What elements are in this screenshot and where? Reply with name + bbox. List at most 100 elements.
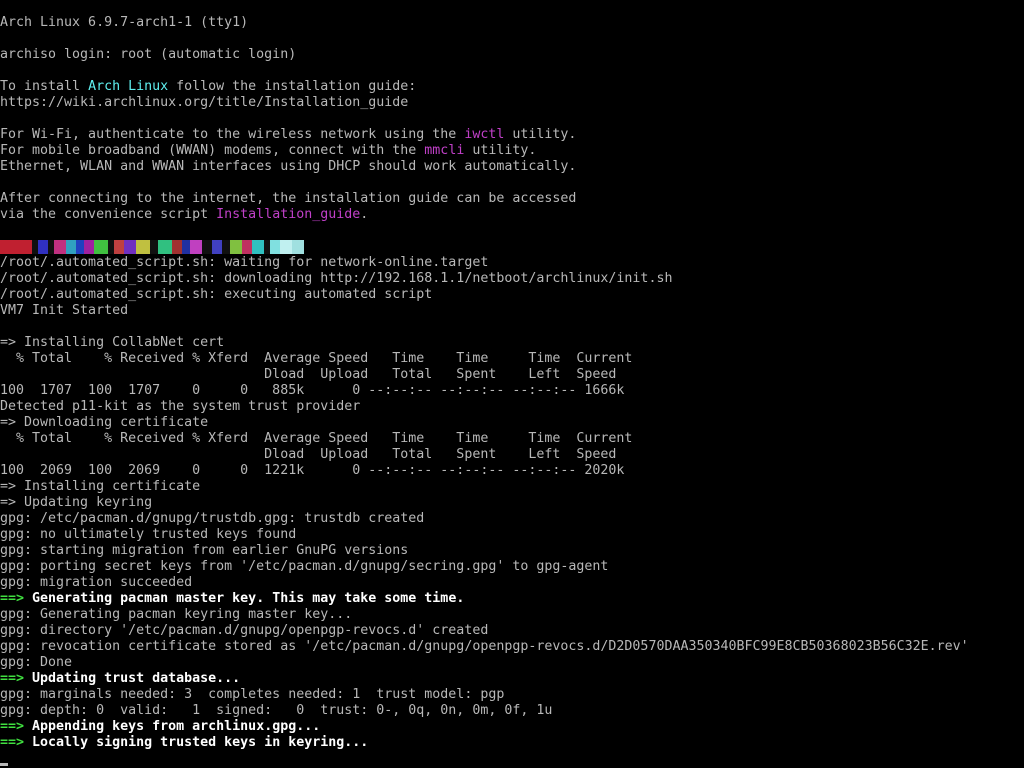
glitch-block xyxy=(24,240,32,254)
glitch-block xyxy=(114,240,124,254)
glitch-block xyxy=(230,240,242,254)
glitch-block xyxy=(158,240,172,254)
terminal-text-segment: gpg: Done xyxy=(0,655,73,670)
terminal-text-segment: gpg: no ultimately trusted keys found xyxy=(0,527,297,542)
terminal-text-segment: follow the installation guide: xyxy=(168,79,417,94)
glitch-block xyxy=(0,240,24,254)
terminal-line: % Total % Received % Xferd Average Speed… xyxy=(0,351,632,367)
terminal-screen[interactable]: Arch Linux 6.9.7-arch1-1 (tty1) archiso l… xyxy=(0,0,1024,768)
terminal-text-segment: % Total % Received % Xferd Average Speed… xyxy=(0,431,633,446)
terminal-line: ==> Appending keys from archlinux.gpg... xyxy=(0,719,320,735)
terminal-line: archiso login: root (automatic login) xyxy=(0,47,296,63)
glitch-block xyxy=(292,240,304,254)
terminal-text-segment: Arch Linux xyxy=(88,79,169,94)
terminal-text-segment: /root/.automated_script.sh: waiting for … xyxy=(0,255,489,270)
terminal-line: To install Arch Linux follow the install… xyxy=(0,79,416,95)
terminal-line: ==> Updating trust database... xyxy=(0,671,240,687)
terminal-text-segment: => Installing certificate xyxy=(0,479,201,494)
terminal-text-segment: Dload Upload Total Spent Left Speed xyxy=(0,447,617,462)
terminal-line: => Installing certificate xyxy=(0,479,200,495)
terminal-text-segment: gpg: porting secret keys from '/etc/pacm… xyxy=(0,559,609,574)
terminal-text-segment: gpg: revocation certificate stored as '/… xyxy=(0,639,969,654)
terminal-line: VM7 Init Started xyxy=(0,303,128,319)
terminal-line: Ethernet, WLAN and WWAN interfaces using… xyxy=(0,159,576,175)
terminal-line: gpg: depth: 0 valid: 1 signed: 0 trust: … xyxy=(0,703,552,719)
terminal-text-segment: ==> xyxy=(0,719,25,734)
terminal-text-segment: ==> xyxy=(0,591,25,606)
terminal-line: For Wi-Fi, authenticate to the wireless … xyxy=(0,127,576,143)
terminal-line: gpg: /etc/pacman.d/gnupg/trustdb.gpg: tr… xyxy=(0,511,424,527)
terminal-text-segment: gpg: Generating pacman keyring master ke… xyxy=(0,607,353,622)
terminal-line: For mobile broadband (WWAN) modems, conn… xyxy=(0,143,536,159)
glitch-block xyxy=(242,240,252,254)
glitch-block xyxy=(202,240,212,254)
terminal-text-segment: % Total % Received % Xferd Average Speed… xyxy=(0,351,633,366)
terminal-text-segment: mmcli xyxy=(424,143,465,158)
glitch-block xyxy=(84,240,94,254)
terminal-text-segment: ==> xyxy=(0,735,25,750)
terminal-text-segment: To install xyxy=(0,79,89,94)
glitch-block xyxy=(270,240,280,254)
terminal-line: /root/.automated_script.sh: waiting for … xyxy=(0,255,488,271)
terminal-text-segment: Arch Linux 6.9.7-arch1-1 (tty1) xyxy=(0,15,249,30)
terminal-text-segment: via the convenience script xyxy=(0,207,217,222)
terminal-line: Dload Upload Total Spent Left Speed xyxy=(0,367,616,383)
terminal-text-segment: 100 2069 100 2069 0 0 1221k 0 --:--:-- -… xyxy=(0,463,625,478)
glitch-block xyxy=(252,240,264,254)
glitch-block xyxy=(136,240,150,254)
terminal-text-segment: Updating trust database... xyxy=(24,671,241,686)
terminal-text-segment: gpg: directory '/etc/pacman.d/gnupg/open… xyxy=(0,623,489,638)
terminal-line: gpg: marginals needed: 3 completes neede… xyxy=(0,687,504,703)
terminal-line: gpg: directory '/etc/pacman.d/gnupg/open… xyxy=(0,623,488,639)
terminal-text-segment: => Downloading certificate xyxy=(0,415,209,430)
terminal-text-segment: For mobile broadband (WWAN) modems, conn… xyxy=(0,143,425,158)
terminal-text-segment: Installation_guide xyxy=(216,207,361,222)
terminal-text-segment: => Updating keyring xyxy=(0,495,153,510)
glitch-block xyxy=(94,240,108,254)
terminal-text-segment: After connecting to the internet, the in… xyxy=(0,191,577,206)
glitch-block xyxy=(150,240,158,254)
terminal-line: % Total % Received % Xferd Average Speed… xyxy=(0,431,632,447)
terminal-line: gpg: Generating pacman keyring master ke… xyxy=(0,607,352,623)
terminal-text-segment: https://wiki.archlinux.org/title/Install… xyxy=(0,95,409,110)
terminal-text-segment: utility. xyxy=(464,143,537,158)
terminal-text-segment: gpg: /etc/pacman.d/gnupg/trustdb.gpg: tr… xyxy=(0,511,425,526)
terminal-text-segment: Generating pacman master key. This may t… xyxy=(24,591,465,606)
terminal-line: gpg: migration succeeded xyxy=(0,575,192,591)
terminal-line: => Downloading certificate xyxy=(0,415,208,431)
terminal-line: 100 1707 100 1707 0 0 885k 0 --:--:-- --… xyxy=(0,383,624,399)
terminal-line: https://wiki.archlinux.org/title/Install… xyxy=(0,95,408,111)
terminal-line: => Installing CollabNet cert xyxy=(0,335,224,351)
text-cursor xyxy=(0,763,8,766)
terminal-text-segment: . xyxy=(360,207,369,222)
terminal-text-segment: 100 1707 100 1707 0 0 885k 0 --:--:-- --… xyxy=(0,383,625,398)
terminal-line: ==> Locally signing trusted keys in keyr… xyxy=(0,735,368,751)
terminal-line: gpg: porting secret keys from '/etc/pacm… xyxy=(0,559,608,575)
terminal-text-segment: Ethernet, WLAN and WWAN interfaces using… xyxy=(0,159,577,174)
terminal-text-segment: Dload Upload Total Spent Left Speed xyxy=(0,367,617,382)
terminal-line: Arch Linux 6.9.7-arch1-1 (tty1) xyxy=(0,15,248,31)
terminal-line: gpg: starting migration from earlier Gnu… xyxy=(0,543,408,559)
terminal-text-segment: VM7 Init Started xyxy=(0,303,129,318)
terminal-text-segment: iwctl xyxy=(464,127,505,142)
terminal-text-segment: => Installing CollabNet cert xyxy=(0,335,225,350)
glitch-block xyxy=(280,240,292,254)
corrupted-text-line xyxy=(0,240,304,254)
terminal-line: => Updating keyring xyxy=(0,495,152,511)
terminal-text-segment: /root/.automated_script.sh: downloading … xyxy=(0,271,673,286)
terminal-line: gpg: Done xyxy=(0,655,72,671)
terminal-text-segment: ==> xyxy=(0,671,25,686)
glitch-block xyxy=(182,240,190,254)
glitch-block xyxy=(54,240,66,254)
terminal-text-segment: gpg: migration succeeded xyxy=(0,575,193,590)
terminal-text-segment: /root/.automated_script.sh: executing au… xyxy=(0,287,433,302)
glitch-block xyxy=(212,240,222,254)
glitch-block xyxy=(124,240,136,254)
terminal-line: ==> Generating pacman master key. This m… xyxy=(0,591,464,607)
glitch-block xyxy=(66,240,76,254)
glitch-block xyxy=(76,240,84,254)
glitch-block xyxy=(222,240,230,254)
terminal-line: 100 2069 100 2069 0 0 1221k 0 --:--:-- -… xyxy=(0,463,624,479)
terminal-text-segment: archiso login: root (automatic login) xyxy=(0,47,297,62)
terminal-text-segment: gpg: starting migration from earlier Gnu… xyxy=(0,543,409,558)
